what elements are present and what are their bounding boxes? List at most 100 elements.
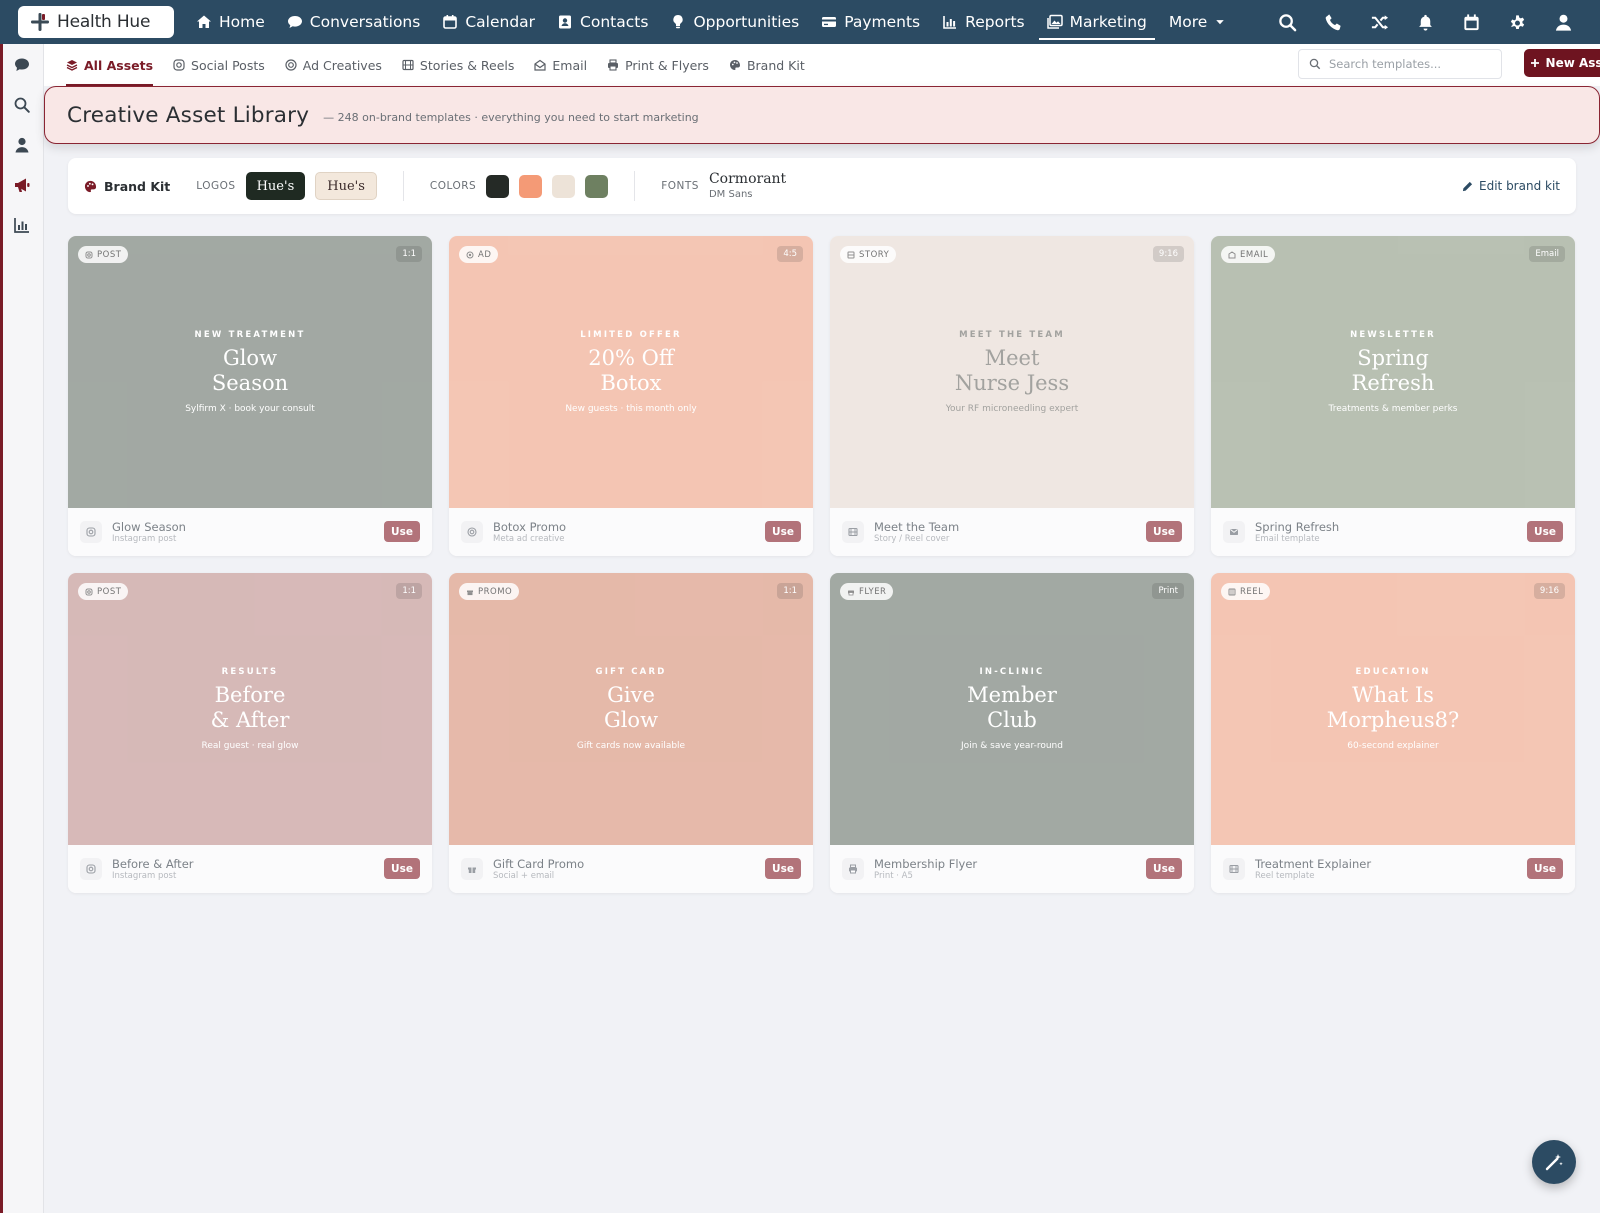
target-icon bbox=[467, 527, 477, 537]
app-name: Health Hue bbox=[57, 12, 151, 32]
color-swatch-charcoal[interactable] bbox=[486, 174, 510, 198]
asset-type-badge: REEL bbox=[1221, 583, 1271, 600]
settings-button[interactable] bbox=[1494, 0, 1540, 44]
template-search-input[interactable] bbox=[1329, 57, 1489, 71]
asset-card[interactable]: EDUCATION What Is Morpheus8? 60-second expl… bbox=[1211, 573, 1575, 893]
tab-ad-creatives[interactable]: Ad Creatives bbox=[285, 44, 382, 86]
asset-name: Spring Refresh bbox=[1255, 519, 1340, 534]
asset-card[interactable]: MEET THE TEAM Meet Nurse Jess Your RF micro… bbox=[830, 236, 1194, 556]
template-preview[interactable]: GIFT CARD Give Glow Gift cards now availabl… bbox=[449, 573, 813, 845]
nav-more[interactable]: More bbox=[1161, 0, 1234, 44]
envelope-open-icon bbox=[534, 59, 547, 71]
global-search-button[interactable] bbox=[1264, 0, 1310, 44]
brand-kit-title: Brand Kit bbox=[104, 178, 171, 194]
calendar-icon bbox=[1463, 13, 1479, 30]
tab-brand-kit[interactable]: Brand Kit bbox=[729, 44, 805, 86]
calendar-button[interactable] bbox=[1448, 0, 1494, 44]
asset-name: Glow Season bbox=[112, 519, 186, 534]
asset-type-badge: FLYER bbox=[840, 583, 894, 600]
asset-type-badge: POST bbox=[78, 246, 129, 263]
rail-accent-line bbox=[0, 44, 3, 1213]
tab-print-flyers[interactable]: Print & Flyers bbox=[607, 44, 709, 86]
rail-conversations[interactable] bbox=[13, 56, 31, 74]
nav-conversations[interactable]: Conversations bbox=[279, 0, 429, 44]
aspect-ratio-badge: 9:16 bbox=[1152, 246, 1184, 262]
template-preview[interactable]: MEET THE TEAM Meet Nurse Jess Your RF micro… bbox=[830, 236, 1194, 508]
asset-card[interactable]: IN-CLINIC Member Club Join & save year-roun… bbox=[830, 573, 1194, 893]
asset-name: Before & After bbox=[112, 856, 194, 871]
template-search[interactable] bbox=[1298, 49, 1502, 79]
template-preview[interactable]: NEW TREATMENT Glow Season Sylfirm X · book … bbox=[68, 236, 432, 508]
asset-card[interactable]: RESULTS Before & After Real guest · real gl… bbox=[68, 573, 432, 893]
notifications-button[interactable] bbox=[1402, 0, 1448, 44]
rail-search[interactable] bbox=[13, 96, 31, 114]
phone-button[interactable] bbox=[1310, 0, 1356, 44]
megaphone-icon bbox=[15, 178, 30, 192]
rail-reports[interactable] bbox=[13, 216, 31, 234]
nav-opportunities[interactable]: Opportunities bbox=[662, 0, 807, 44]
tab-social-posts[interactable]: Social Posts bbox=[173, 44, 265, 86]
user-icon bbox=[15, 137, 29, 153]
tab-print-flyers-label: Print & Flyers bbox=[625, 57, 709, 73]
nav-home-label: Home bbox=[219, 13, 265, 31]
asset-card[interactable]: GIFT CARD Give Glow Gift cards now availabl… bbox=[449, 573, 813, 893]
use-template-button[interactable]: Use bbox=[384, 521, 420, 542]
color-swatch-cream[interactable] bbox=[552, 174, 576, 198]
nav-more-label: More bbox=[1168, 13, 1208, 31]
workflow-button[interactable] bbox=[1356, 0, 1402, 44]
preview-headline-line-1: Spring bbox=[1357, 346, 1429, 370]
flyer-type-icon bbox=[848, 590, 854, 595]
side-rail bbox=[0, 44, 44, 1213]
template-preview[interactable]: EDUCATION What Is Morpheus8? 60-second expl… bbox=[1211, 573, 1575, 845]
tab-email[interactable]: Email bbox=[534, 44, 587, 86]
use-template-button[interactable]: Use bbox=[1527, 521, 1563, 542]
preview-headline-line-2: Glow bbox=[603, 708, 659, 732]
ai-assistant-button[interactable] bbox=[1532, 1140, 1576, 1184]
logo-light-variant[interactable]: Hue's bbox=[315, 172, 377, 200]
asset-name: Treatment Explainer bbox=[1255, 856, 1372, 871]
use-template-button[interactable]: Use bbox=[1146, 858, 1182, 879]
nav-marketing[interactable]: Marketing bbox=[1038, 0, 1156, 44]
nav-payments[interactable]: Payments bbox=[813, 0, 928, 44]
template-preview[interactable]: NEWSLETTER Spring Refresh Treatments & memb… bbox=[1211, 236, 1575, 508]
nav-contacts[interactable]: Contacts bbox=[549, 0, 656, 44]
rail-contacts[interactable] bbox=[13, 136, 31, 154]
use-template-button[interactable]: Use bbox=[384, 858, 420, 879]
user-profile-button[interactable] bbox=[1540, 0, 1586, 44]
asset-card[interactable]: NEW TREATMENT Glow Season Sylfirm X · book … bbox=[68, 236, 432, 556]
tab-all-assets[interactable]: All Assets bbox=[66, 44, 154, 86]
aspect-ratio-badge: 9:16 bbox=[1533, 583, 1565, 599]
use-template-button[interactable]: Use bbox=[1146, 521, 1182, 542]
chat-icon bbox=[15, 58, 29, 71]
use-template-button[interactable]: Use bbox=[1527, 858, 1563, 879]
nav-payments-label: Payments bbox=[844, 13, 921, 31]
preview-headline-line-1: Glow bbox=[222, 346, 278, 370]
marketing-subnav: All Assets Social Posts Ad Creatives Sto… bbox=[44, 44, 1600, 86]
asset-card[interactable]: NEWSLETTER Spring Refresh Treatments & memb… bbox=[1211, 236, 1575, 556]
logo-dark-variant[interactable]: Hue's bbox=[245, 172, 306, 200]
asset-channel-icon-box bbox=[842, 858, 864, 880]
logos-label: LOGOS bbox=[196, 180, 236, 192]
asset-type-badge: STORY bbox=[840, 246, 897, 263]
color-swatch-sage[interactable] bbox=[585, 174, 609, 198]
preview-headline-line-1: Before bbox=[214, 683, 286, 707]
preview-tagline: New guests · this month only bbox=[565, 404, 697, 414]
nav-reports[interactable]: Reports bbox=[934, 0, 1032, 44]
preview-eyebrow: NEWSLETTER bbox=[1350, 330, 1436, 340]
template-preview[interactable]: IN-CLINIC Member Club Join & save year-roun… bbox=[830, 573, 1194, 845]
template-preview[interactable]: RESULTS Before & After Real guest · real gl… bbox=[68, 573, 432, 845]
rail-marketing[interactable] bbox=[13, 176, 31, 194]
tab-stories-reels[interactable]: Stories & Reels bbox=[402, 44, 514, 86]
nav-calendar[interactable]: Calendar bbox=[434, 0, 543, 44]
new-asset-button[interactable]: New Asset bbox=[1524, 49, 1600, 77]
asset-card[interactable]: LIMITED OFFER 20% Off Botox New guests · th… bbox=[449, 236, 813, 556]
use-template-button[interactable]: Use bbox=[765, 858, 801, 879]
nav-home[interactable]: Home bbox=[188, 0, 273, 44]
asset-format: Print · A5 bbox=[874, 870, 913, 881]
edit-brand-kit-link[interactable]: Edit brand kit bbox=[1462, 158, 1560, 214]
template-preview[interactable]: LIMITED OFFER 20% Off Botox New guests · th… bbox=[449, 236, 813, 508]
layers-icon bbox=[66, 60, 78, 71]
use-template-button[interactable]: Use bbox=[765, 521, 801, 542]
app-logo[interactable]: Health Hue bbox=[18, 6, 174, 38]
color-swatch-peach[interactable] bbox=[519, 174, 543, 198]
